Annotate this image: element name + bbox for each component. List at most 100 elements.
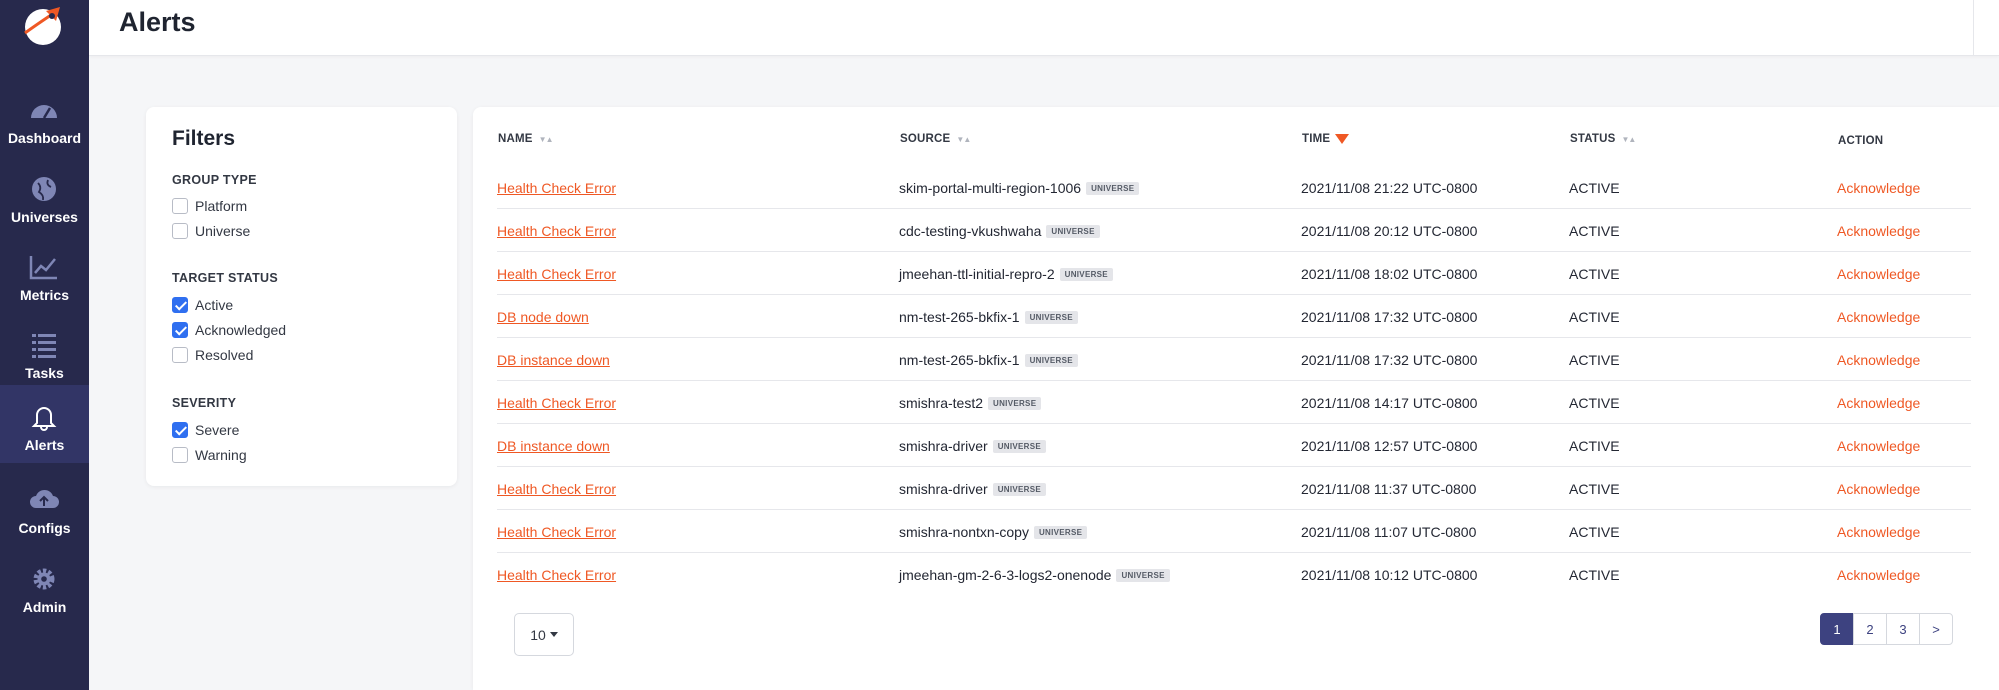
checkbox-checked[interactable] [172, 322, 188, 338]
checkbox[interactable] [172, 223, 188, 239]
checkbox[interactable] [172, 198, 188, 214]
table-row: Health Check Error smishra-test2 UNIVERSE 2… [497, 381, 1971, 424]
next-page-button[interactable]: > [1919, 613, 1953, 645]
alert-name-link[interactable]: Health Check Error [497, 481, 616, 497]
filter-option-label: Platform [195, 198, 248, 214]
alert-source: smishra-nontxn-copy UNIVERSE [899, 524, 1088, 540]
sidebar-item-label: Admin [22, 599, 67, 615]
source-name: nm-test-265-bkfix-1 [899, 352, 1020, 368]
sidebar-item-universes[interactable]: Universes [0, 157, 89, 235]
column-header-source[interactable]: SOURCE ▼▲ [900, 133, 971, 145]
alert-source: smishra-test2 UNIVERSE [899, 395, 1042, 411]
source-name: smishra-driver [899, 438, 988, 454]
filter-option-warning[interactable]: Warning [172, 445, 247, 465]
alert-time: 2021/11/08 11:37 UTC-0800 [1301, 481, 1477, 497]
alert-status: ACTIVE [1569, 223, 1620, 239]
column-header-label: SOURCE [900, 133, 951, 145]
sidebar-item-dashboard[interactable]: Dashboard [0, 78, 89, 156]
filter-option-label: Active [195, 297, 234, 313]
alert-status: ACTIVE [1569, 567, 1620, 583]
alert-name-link[interactable]: Health Check Error [497, 223, 616, 239]
alert-source: nm-test-265-bkfix-1 UNIVERSE [899, 309, 1078, 325]
table-row: Health Check Error cdc-testing-vkushwaha U… [497, 209, 1971, 252]
bell-icon [31, 407, 57, 431]
alert-time: 2021/11/08 21:22 UTC-0800 [1301, 180, 1478, 196]
alert-name-link[interactable]: Health Check Error [497, 524, 616, 540]
page-size-dropdown[interactable]: 10 [514, 613, 574, 656]
acknowledge-button[interactable]: Acknowledge [1837, 180, 1920, 196]
sidebar-item-alerts[interactable]: Alerts [0, 385, 89, 463]
universe-badge: UNIVERSE [992, 439, 1046, 453]
sidebar-item-label: Universes [11, 209, 78, 225]
alert-name-link[interactable]: Health Check Error [497, 180, 616, 196]
page-button-3[interactable]: 3 [1886, 613, 1920, 645]
column-header-label: TIME [1302, 133, 1331, 145]
page-title: Alerts [119, 7, 196, 37]
line-chart-icon [29, 256, 57, 280]
column-header-name[interactable]: NAME ▼▲ [498, 133, 554, 145]
sidebar-item-metrics[interactable]: Metrics [0, 235, 89, 313]
alert-time: 2021/11/08 10:12 UTC-0800 [1301, 567, 1478, 583]
alert-time: 2021/11/08 17:32 UTC-0800 [1301, 309, 1478, 325]
universe-badge: UNIVERSE [1059, 267, 1113, 281]
alert-status: ACTIVE [1569, 481, 1620, 497]
acknowledge-button[interactable]: Acknowledge [1837, 309, 1920, 325]
acknowledge-button[interactable]: Acknowledge [1837, 524, 1920, 540]
table-row: Health Check Error jmeehan-gm-2-6-3-logs2… [497, 553, 1971, 596]
sort-icon: ▼▲ [538, 134, 554, 144]
filter-option-universe[interactable]: Universe [172, 221, 250, 241]
alert-name-link[interactable]: Health Check Error [497, 266, 616, 282]
sidebar-item-label: Dashboard [7, 130, 82, 146]
filter-option-active[interactable]: Active [172, 295, 233, 315]
filter-option-severe[interactable]: Severe [172, 420, 239, 440]
alert-time: 2021/11/08 18:02 UTC-0800 [1301, 266, 1478, 282]
filter-option-label: Universe [195, 223, 251, 239]
sidebar-item-admin[interactable]: Admin [0, 547, 89, 625]
sidebar-item-configs[interactable]: Configs [0, 468, 89, 546]
page-button-1[interactable]: 1 [1820, 613, 1854, 645]
sidebar-item-tasks[interactable]: Tasks [0, 313, 89, 391]
acknowledge-button[interactable]: Acknowledge [1837, 395, 1920, 411]
alert-status: ACTIVE [1569, 266, 1620, 282]
alert-time: 2021/11/08 17:32 UTC-0800 [1301, 352, 1478, 368]
alert-name-link[interactable]: Health Check Error [497, 395, 616, 411]
filter-option-platform[interactable]: Platform [172, 196, 247, 216]
page-header: Alerts [89, 0, 1999, 56]
alert-status: ACTIVE [1569, 352, 1620, 368]
filter-option-acknowledged[interactable]: Acknowledged [172, 320, 286, 340]
acknowledge-button[interactable]: Acknowledge [1837, 481, 1920, 497]
column-header-status[interactable]: STATUS ▼▲ [1570, 133, 1636, 145]
table-row: DB node down nm-test-265-bkfix-1 UNIVERSE 2… [497, 295, 1971, 338]
checkbox[interactable] [172, 447, 188, 463]
source-name: nm-test-265-bkfix-1 [899, 309, 1020, 325]
acknowledge-button[interactable]: Acknowledge [1837, 223, 1920, 239]
alert-source: cdc-testing-vkushwaha UNIVERSE [899, 223, 1100, 239]
column-header-action: ACTION [1838, 135, 1883, 147]
rocket-logo-icon[interactable] [16, 3, 70, 47]
globe-icon [32, 177, 56, 201]
chevron-down-icon [549, 632, 558, 637]
alert-name-link[interactable]: DB node down [497, 309, 589, 325]
alert-name-link[interactable]: DB instance down [497, 352, 610, 368]
alert-source: jmeehan-gm-2-6-3-logs2-onenode UNIVERSE [899, 567, 1170, 583]
checkbox[interactable] [172, 347, 188, 363]
checkbox-checked[interactable] [172, 297, 188, 313]
table-row: DB instance down nm-test-265-bkfix-1 UNIVE… [497, 338, 1971, 381]
acknowledge-button[interactable]: Acknowledge [1837, 266, 1920, 282]
acknowledge-button[interactable]: Acknowledge [1837, 438, 1920, 454]
page-button-2[interactable]: 2 [1853, 613, 1887, 645]
acknowledge-button[interactable]: Acknowledge [1837, 352, 1920, 368]
source-name: smishra-nontxn-copy [899, 524, 1029, 540]
alert-time: 2021/11/08 11:07 UTC-0800 [1301, 524, 1477, 540]
filter-option-resolved[interactable]: Resolved [172, 345, 253, 365]
alert-name-link[interactable]: DB instance down [497, 438, 610, 454]
filter-group-title: SEVERITY [172, 396, 237, 410]
acknowledge-button[interactable]: Acknowledge [1837, 567, 1920, 583]
table-row: Health Check Error skim-portal-multi-regi… [497, 166, 1971, 209]
column-header-time[interactable]: TIME [1302, 133, 1350, 145]
checkbox-checked[interactable] [172, 422, 188, 438]
alert-source: smishra-driver UNIVERSE [899, 438, 1046, 454]
alert-name-link[interactable]: Health Check Error [497, 567, 616, 583]
universe-badge: UNIVERSE [988, 396, 1042, 410]
universe-badge: UNIVERSE [1046, 224, 1100, 238]
